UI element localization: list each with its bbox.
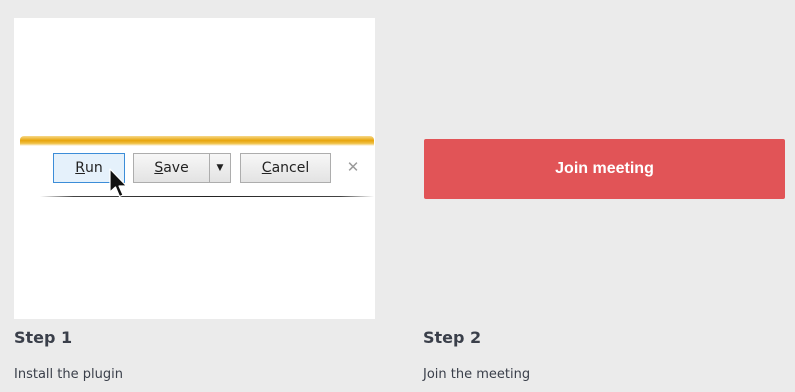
close-icon[interactable]: ✕	[345, 159, 361, 175]
run-button-label: un	[84, 160, 103, 176]
mouse-cursor-icon	[109, 168, 128, 198]
save-button-label: ave	[163, 160, 189, 176]
save-options-dropdown[interactable]: ▼	[209, 153, 231, 183]
download-bar-divider	[40, 196, 374, 197]
dropdown-arrow-icon: ▼	[216, 163, 224, 173]
download-bar-top-border	[20, 136, 374, 146]
run-button-mnemonic: R	[75, 160, 85, 176]
save-button-mnemonic: S	[154, 160, 164, 176]
step-2-description: Join the meeting	[423, 367, 531, 382]
step-1-panel: Run Save ▼ Cancel ✕ Step 1 Install the p…	[14, 0, 376, 392]
step-1-description: Install the plugin	[14, 367, 123, 382]
plugin-install-preview: Run Save ▼ Cancel ✕	[14, 18, 375, 319]
step-1-title: Step 1	[14, 328, 73, 347]
cancel-button-label: ancel	[271, 160, 310, 176]
cancel-button-mnemonic: C	[261, 160, 272, 176]
step-2-panel: Join meeting Step 2 Join the meeting	[423, 0, 785, 392]
save-button[interactable]: Save	[133, 153, 210, 183]
step-2-title: Step 2	[423, 328, 482, 347]
join-meeting-button[interactable]: Join meeting	[424, 139, 785, 199]
cancel-button[interactable]: Cancel	[240, 153, 331, 183]
